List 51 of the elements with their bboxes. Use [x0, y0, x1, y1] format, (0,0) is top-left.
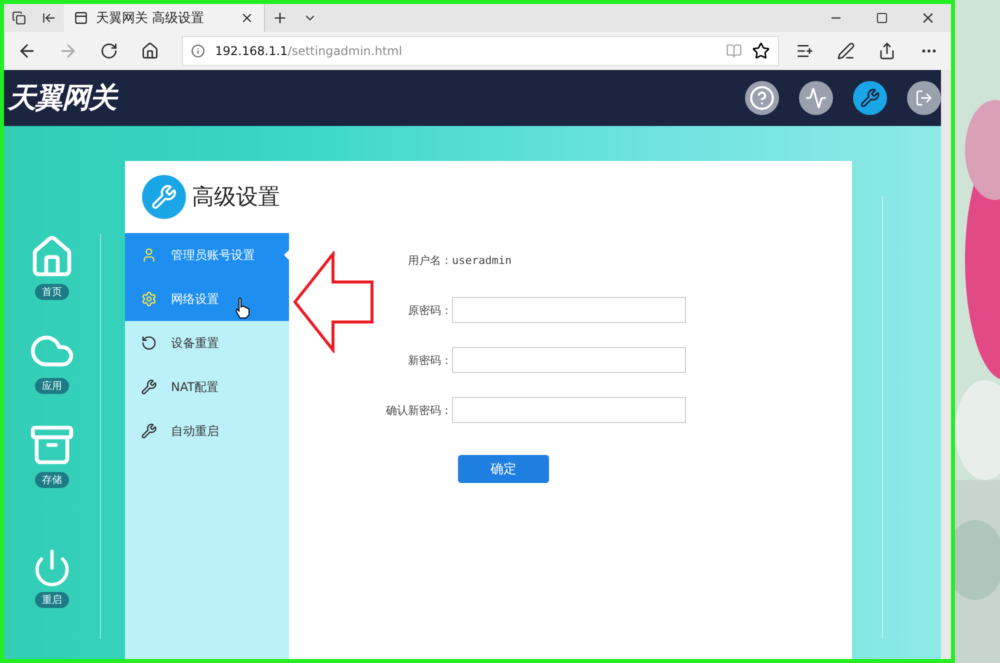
field-label: 新密码： [407, 352, 452, 368]
reset-icon [141, 335, 157, 351]
username-label: 用户名： [407, 252, 452, 268]
card-title: 高级设置 [192, 184, 280, 212]
header-button[interactable] [799, 81, 833, 115]
home-icon[interactable] [140, 42, 159, 60]
info-icon [191, 44, 206, 58]
wrench-icon [141, 379, 157, 395]
logout-icon [915, 89, 933, 107]
sidebar-item[interactable]: 首页 [29, 234, 75, 300]
field-label: 确认新密码： [385, 402, 452, 418]
address-field[interactable]: 192.168.1.1/settingadmin.html [182, 36, 779, 66]
new-tab-icon[interactable] [272, 10, 288, 26]
menu-item[interactable]: 网络设置 [125, 277, 289, 321]
password-field[interactable] [452, 347, 686, 373]
wrench-icon [142, 175, 186, 219]
sidebar-item[interactable]: 重启 [32, 548, 72, 608]
line-chart-icon [805, 87, 827, 109]
username-value: useradmin [452, 254, 512, 266]
wrench-icon [860, 88, 880, 108]
refresh-icon[interactable] [100, 42, 118, 60]
header-button[interactable] [745, 81, 779, 115]
field-label: 原密码： [407, 302, 452, 318]
password-field[interactable] [452, 297, 686, 323]
sidebar-item[interactable]: 应用 [29, 328, 75, 394]
set-aside-icon[interactable] [42, 11, 56, 25]
favorites-icon[interactable] [796, 42, 814, 60]
user-icon [141, 247, 157, 263]
sidebar-item[interactable]: 存储 [29, 422, 75, 488]
menu-item[interactable]: 管理员账号设置 [125, 233, 289, 277]
close-tab-icon[interactable] [240, 11, 254, 25]
menu-item[interactable]: 设备重置 [125, 321, 289, 365]
tab-title: 天翼网关 高级设置 [96, 10, 206, 27]
star-icon[interactable] [752, 42, 770, 60]
logo: 天翼网关 [8, 79, 116, 117]
menu-item[interactable]: NAT配置 [125, 365, 289, 409]
hand-cursor-icon [235, 297, 251, 319]
confirm-button[interactable]: 确定 [458, 455, 549, 483]
menu-item[interactable]: 自动重启 [125, 409, 289, 453]
browser-tab[interactable]: 天翼网关 高级设置 [64, 4, 265, 32]
share-icon[interactable] [878, 42, 896, 60]
tabs-icon[interactable] [12, 11, 26, 25]
password-field[interactable] [452, 397, 686, 423]
help-icon [749, 85, 775, 111]
maximize-icon[interactable] [876, 12, 888, 24]
gear-icon [141, 291, 157, 307]
wrench-icon [141, 423, 157, 439]
pen-icon[interactable] [837, 42, 856, 60]
page-icon [74, 11, 88, 25]
header-button[interactable] [907, 81, 941, 115]
notch-icon [284, 249, 290, 261]
